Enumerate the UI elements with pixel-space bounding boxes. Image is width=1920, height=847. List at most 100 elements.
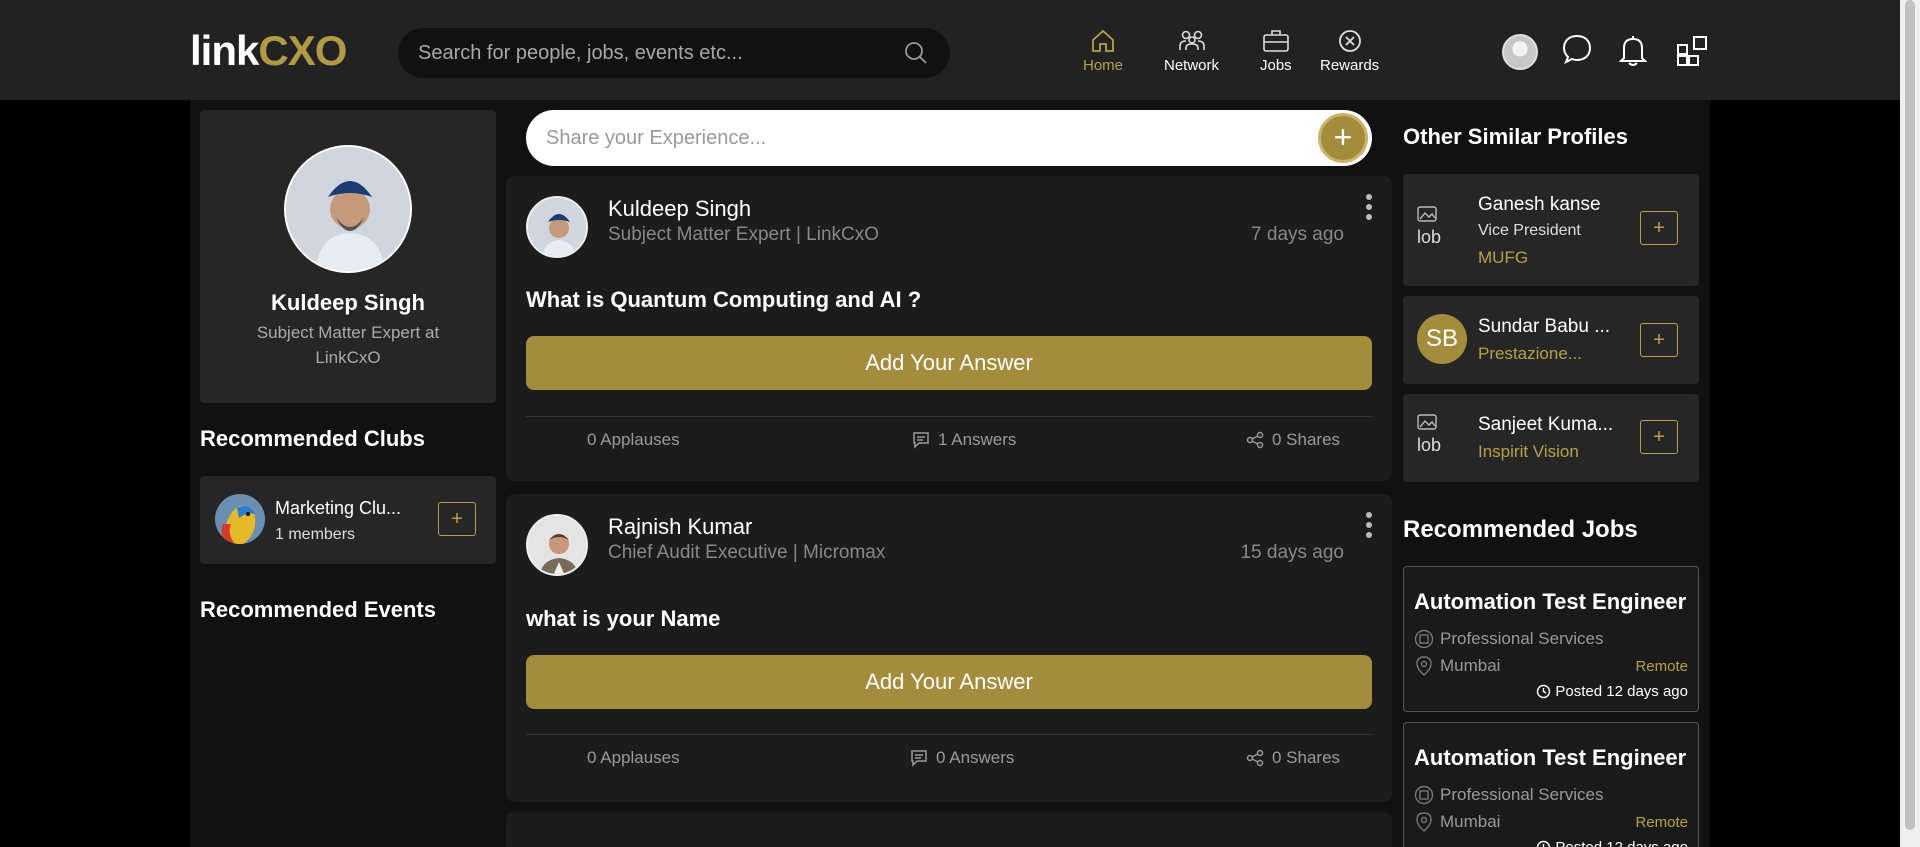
comment-icon: [913, 432, 929, 449]
network-icon: [1178, 30, 1205, 50]
nav-home[interactable]: Home: [1083, 28, 1123, 74]
post-more-icon[interactable]: [1366, 512, 1374, 542]
answers-stat[interactable]: 0 Answers: [910, 748, 1014, 768]
shares-label: 0 Shares: [1272, 430, 1341, 449]
post-timestamp: 15 days ago: [1240, 542, 1344, 563]
profile-photo[interactable]: [284, 145, 412, 273]
job-location: Mumbai: [1414, 811, 1500, 833]
post-more-icon[interactable]: [1366, 194, 1374, 224]
job-card[interactable]: Automation Test Engineer Professional Se…: [1403, 722, 1699, 847]
answers-stat[interactable]: 1 Answers: [912, 430, 1016, 450]
shares-stat[interactable]: 0 Shares: [1246, 748, 1340, 768]
page-scrollbar[interactable]: [1900, 0, 1920, 847]
building-icon: [1414, 629, 1434, 649]
feed-post: Kuldeep Singh Subject Matter Expert | Li…: [506, 176, 1392, 481]
share-icon: [1246, 749, 1264, 767]
building-icon: [1414, 785, 1434, 805]
clock-icon: [1537, 684, 1551, 699]
post-author-subtitle: Subject Matter Expert | LinkCxO: [608, 224, 880, 245]
search-input[interactable]: [418, 28, 888, 78]
scrollbar-thumb[interactable]: [1905, 0, 1915, 830]
nav-network-label: Network: [1164, 57, 1220, 74]
job-posted-label: Posted 12 days ago: [1555, 683, 1688, 700]
similar-profile-card[interactable]: lob Ganesh kanse Vice President MUFG +: [1403, 174, 1699, 286]
job-card[interactable]: Automation Test Engineer Professional Se…: [1403, 566, 1699, 712]
apps-grid-icon[interactable]: [1676, 35, 1708, 67]
post-divider: [526, 416, 1372, 417]
share-experience-box: +: [526, 110, 1372, 166]
share-experience-input[interactable]: [546, 110, 1266, 166]
club-avatar: [215, 494, 265, 544]
linkcxo-logo[interactable]: linkCXO: [190, 30, 347, 72]
location-pin-icon: [1416, 656, 1432, 676]
job-mode: Remote: [1635, 814, 1688, 831]
job-location-label: Mumbai: [1440, 812, 1501, 831]
similar-profile-company: Inspirit Vision: [1478, 442, 1579, 461]
post-question[interactable]: what is your Name: [526, 606, 720, 632]
rewards-icon: [1338, 30, 1361, 52]
club-name[interactable]: Marketing Clu...: [275, 498, 401, 519]
similar-profiles-title: Other Similar Profiles: [1403, 124, 1628, 149]
club-card[interactable]: Marketing Clu... 1 members +: [200, 476, 496, 564]
job-category: Professional Services: [1414, 785, 1603, 805]
applauses-stat[interactable]: 0 Applauses: [587, 748, 680, 768]
initials-avatar: SB: [1417, 314, 1467, 364]
bell-icon[interactable]: [1618, 33, 1648, 67]
applauses-stat[interactable]: 0 Applauses: [587, 430, 680, 450]
recommended-events-title: Recommended Events: [200, 597, 436, 622]
search-icon[interactable]: [904, 41, 928, 65]
job-location-label: Mumbai: [1440, 656, 1501, 675]
person-photo-icon: [528, 516, 586, 574]
connect-button[interactable]: +: [1640, 420, 1678, 454]
nav-network[interactable]: Network: [1164, 28, 1219, 74]
applauses-label: 0 Applauses: [587, 430, 680, 449]
post-author-avatar[interactable]: [526, 196, 588, 258]
share-add-button[interactable]: +: [1318, 113, 1368, 163]
broken-image-alt: lob: [1417, 227, 1442, 247]
top-navbar: linkCXO Home Network Jobs Rewards: [0, 0, 1900, 100]
applauses-label: 0 Applauses: [587, 748, 680, 767]
similar-profile-card[interactable]: SB Sundar Babu ... Prestazione... +: [1403, 296, 1699, 384]
similar-profile-name[interactable]: Sanjeet Kuma...: [1478, 414, 1613, 436]
similar-profile-company: MUFG: [1478, 248, 1529, 267]
user-avatar[interactable]: [1502, 34, 1538, 70]
clock-icon: [1537, 840, 1551, 847]
recommended-jobs-title: Recommended Jobs: [1403, 516, 1638, 543]
recommended-clubs-title: Recommended Clubs: [200, 426, 425, 451]
similar-profile-card[interactable]: lob Sanjeet Kuma... Inspirit Vision +: [1403, 394, 1699, 482]
answers-label: 1 Answers: [938, 430, 1017, 449]
job-title[interactable]: Automation Test Engineer: [1414, 589, 1686, 615]
shares-stat[interactable]: 0 Shares: [1246, 430, 1340, 450]
job-posted: Posted 12 days ago: [1536, 683, 1688, 700]
post-author-name[interactable]: Rajnish Kumar: [608, 514, 752, 540]
broken-image-icon: lob: [1417, 414, 1467, 464]
connect-button[interactable]: +: [1640, 323, 1678, 357]
add-answer-button[interactable]: Add Your Answer: [526, 336, 1372, 390]
job-location: Mumbai: [1414, 655, 1500, 677]
nav-rewards-label: Rewards: [1320, 57, 1380, 74]
answers-label: 0 Answers: [936, 748, 1015, 767]
post-question[interactable]: What is Quantum Computing and AI ?: [526, 287, 921, 313]
job-title[interactable]: Automation Test Engineer: [1414, 745, 1686, 771]
profile-card[interactable]: Kuldeep Singh Subject Matter Expert at L…: [200, 110, 496, 403]
join-club-button[interactable]: +: [438, 502, 476, 536]
briefcase-icon: [1263, 30, 1289, 52]
profile-title: Subject Matter Expert at LinkCxO: [256, 323, 440, 367]
home-icon: [1092, 29, 1114, 52]
job-mode: Remote: [1635, 658, 1688, 675]
post-author-avatar[interactable]: [526, 514, 588, 576]
post-author-name[interactable]: Kuldeep Singh: [608, 196, 751, 222]
profile-name[interactable]: Kuldeep Singh: [200, 290, 496, 316]
similar-profile-name[interactable]: Ganesh kanse: [1478, 194, 1601, 216]
add-answer-button[interactable]: Add Your Answer: [526, 655, 1372, 709]
similar-profile-name[interactable]: Sundar Babu ...: [1478, 316, 1610, 338]
nav-jobs[interactable]: Jobs: [1260, 28, 1292, 74]
feed-post-partial: [506, 812, 1392, 847]
post-divider: [526, 734, 1372, 735]
job-posted-label: Posted 12 days ago: [1555, 839, 1688, 847]
chat-icon[interactable]: [1561, 33, 1593, 65]
job-category: Professional Services: [1414, 629, 1603, 649]
nav-rewards[interactable]: Rewards: [1320, 28, 1379, 74]
connect-button[interactable]: +: [1640, 211, 1678, 245]
feed-post: Rajnish Kumar Chief Audit Executive | Mi…: [506, 494, 1392, 802]
